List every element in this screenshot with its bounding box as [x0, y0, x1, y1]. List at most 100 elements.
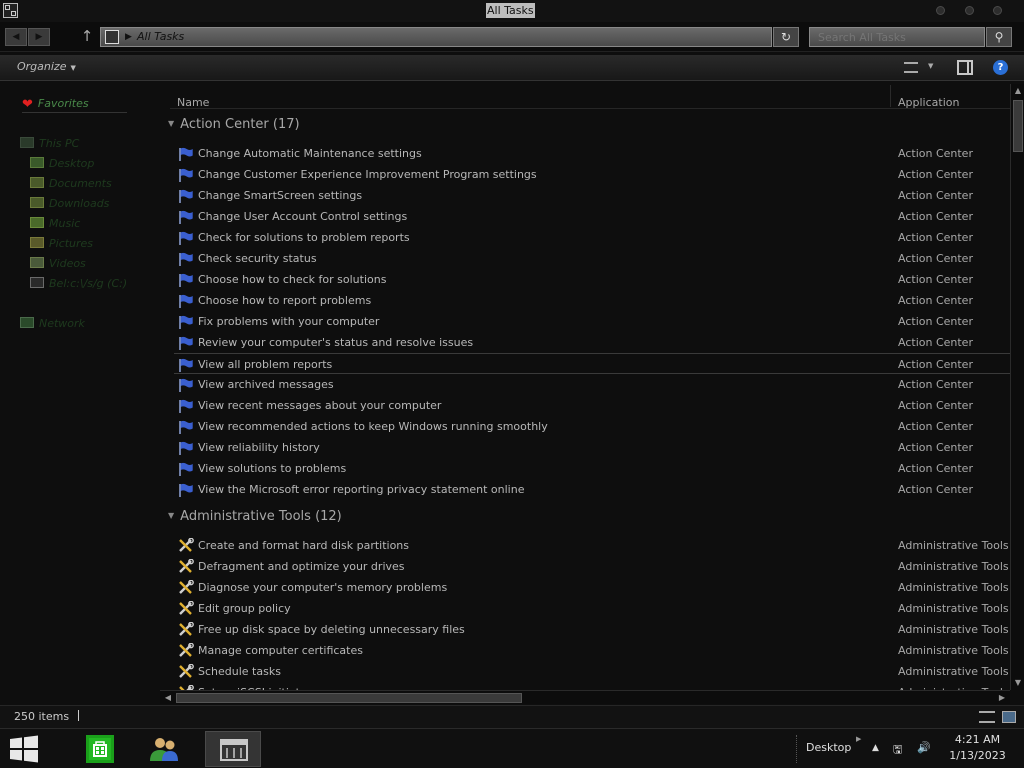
show-hidden-icons-chevron-icon[interactable]: ▲: [872, 743, 879, 753]
tools-icon: [179, 580, 194, 594]
list-item[interactable]: Choose how to report problems Action Cent…: [174, 290, 1010, 311]
list-item[interactable]: Change Automatic Maintenance settings Act…: [174, 143, 1010, 164]
help-icon[interactable]: ?: [993, 60, 1008, 75]
list-item[interactable]: Set up iSCSI initiator Administrative Too…: [174, 682, 1010, 690]
list-item[interactable]: View all problem reports Action Center: [174, 353, 1010, 374]
list-item[interactable]: Schedule tasks Administrative Tools: [174, 661, 1010, 682]
list-item[interactable]: View recommended actions to keep Windows…: [174, 416, 1010, 437]
nav-downloads-label: Downloads: [49, 197, 110, 210]
horizontal-scrollbar[interactable]: ◀ ▶: [160, 690, 1010, 704]
scroll-left-icon[interactable]: ◀: [162, 692, 174, 704]
nav-pictures[interactable]: Pictures: [30, 237, 93, 250]
task-application: Action Center: [898, 441, 973, 454]
change-view-icon[interactable]: [904, 62, 918, 73]
computer-icon: [20, 137, 34, 148]
list-item[interactable]: View archived messages Action Center: [174, 374, 1010, 395]
downloads-icon: [30, 197, 44, 208]
minimize-button[interactable]: [936, 6, 945, 15]
list-item[interactable]: Review your computer's status and resolv…: [174, 332, 1010, 353]
back-button[interactable]: ◀: [5, 28, 27, 46]
list-item[interactable]: Change Customer Experience Improvement P…: [174, 164, 1010, 185]
nav-drive-c[interactable]: Bel:c:\/s/g (C:): [30, 277, 127, 290]
close-button[interactable]: [993, 6, 1002, 15]
list-item[interactable]: Diagnose your computer's memory problems…: [174, 577, 1010, 598]
nav-desktop[interactable]: Desktop: [30, 157, 94, 170]
list-item[interactable]: Defragment and optimize your drives Admin…: [174, 556, 1010, 577]
tools-icon: [179, 559, 194, 573]
nav-favorites[interactable]: ❤ Favorites: [22, 97, 127, 113]
list-item[interactable]: Change User Account Control settings Acti…: [174, 206, 1010, 227]
pictures-icon: [30, 237, 44, 248]
task-application: Action Center: [898, 483, 973, 496]
nav-pictures-label: Pictures: [49, 237, 94, 250]
details-view-icon[interactable]: [979, 711, 995, 723]
task-name: Schedule tasks: [198, 665, 281, 678]
clock[interactable]: 4:21 AM 1/13/2023: [945, 732, 1010, 764]
preview-pane-icon[interactable]: [957, 60, 973, 75]
task-application: Administrative Tools: [898, 623, 1009, 636]
nav-desktop-label: Desktop: [49, 157, 95, 170]
address-bar[interactable]: ▶ All Tasks: [100, 27, 772, 47]
up-arrow-icon[interactable]: ↑: [78, 26, 96, 46]
list-item[interactable]: Fix problems with your computer Action Ce…: [174, 311, 1010, 332]
scroll-up-icon[interactable]: ▲: [1012, 85, 1024, 97]
forward-button[interactable]: ▶: [28, 28, 50, 46]
window-system-icon[interactable]: [3, 3, 18, 18]
taskbar-users-button[interactable]: [136, 731, 192, 767]
flag-icon: [179, 147, 193, 161]
nav-this-pc[interactable]: This PC: [20, 137, 79, 150]
list-item[interactable]: Edit group policy Administrative Tools: [174, 598, 1010, 619]
list-item[interactable]: Check security status Action Center: [174, 248, 1010, 269]
organize-label: Organize: [17, 60, 67, 73]
nav-downloads[interactable]: Downloads: [30, 197, 109, 210]
column-divider[interactable]: [890, 85, 891, 107]
vertical-scrollbar[interactable]: ▲ ▼: [1010, 84, 1024, 690]
refresh-icon[interactable]: ↻: [773, 27, 799, 47]
list-item[interactable]: View solutions to problems Action Center: [174, 458, 1010, 479]
network-tray-icon[interactable]: 🖫: [893, 741, 902, 760]
task-name: Choose how to report problems: [198, 294, 372, 307]
nav-network[interactable]: Network: [20, 317, 85, 330]
list-item[interactable]: Check for solutions to problem reports Ac…: [174, 227, 1010, 248]
taskbar: Desktop ▶ ▲ 🖫 🔊 4:21 AM 1/13/2023: [0, 728, 1024, 768]
command-bar: Organize ▼ ▼ ?: [0, 55, 1024, 81]
taskbar-store-button[interactable]: [72, 731, 128, 767]
scroll-right-icon[interactable]: ▶: [996, 692, 1008, 704]
taskbar-explorer-button[interactable]: [205, 731, 261, 767]
list-item[interactable]: View the Microsoft error reporting priva…: [174, 479, 1010, 500]
chevron-down-icon: ▼: [70, 64, 76, 72]
maximize-button[interactable]: [965, 6, 974, 15]
flag-icon: [179, 378, 193, 392]
list-item[interactable]: Change SmartScreen settings Action Center: [174, 185, 1010, 206]
list-item[interactable]: Manage computer certificates Administrati…: [174, 640, 1010, 661]
organize-button[interactable]: Organize ▼: [17, 60, 76, 73]
desktop-toolbar-label[interactable]: Desktop: [806, 741, 851, 754]
group-header[interactable]: ▼ Action Center (17): [168, 117, 300, 132]
file-explorer-icon: [220, 739, 248, 761]
nav-this-pc-label: This PC: [39, 137, 80, 150]
list-item[interactable]: View reliability history Action Center: [174, 437, 1010, 458]
list-item[interactable]: Create and format hard disk partitions Ad…: [174, 535, 1010, 556]
desktop-toolbar-chevron-icon[interactable]: ▶: [856, 735, 861, 743]
nav-videos[interactable]: Videos: [30, 257, 86, 270]
view-options-chevron-icon[interactable]: ▼: [928, 62, 933, 70]
list-item[interactable]: Choose how to check for solutions Action …: [174, 269, 1010, 290]
list-item[interactable]: View recent messages about your computer…: [174, 395, 1010, 416]
windows-start-icon[interactable]: [8, 735, 40, 763]
large-icons-view-icon[interactable]: [1002, 711, 1016, 723]
list-item[interactable]: Free up disk space by deleting unnecessa…: [174, 619, 1010, 640]
search-icon[interactable]: ⚲: [986, 27, 1012, 47]
task-application: Action Center: [898, 189, 973, 202]
breadcrumb[interactable]: All Tasks: [137, 28, 184, 46]
group-header[interactable]: ▼ Administrative Tools (12): [168, 509, 342, 524]
breadcrumb-chevron-icon[interactable]: ▶: [125, 29, 132, 45]
scroll-down-icon[interactable]: ▼: [1012, 677, 1024, 689]
search-input[interactable]: [809, 27, 985, 47]
task-name: View recommended actions to keep Windows…: [198, 420, 548, 433]
nav-documents[interactable]: Documents: [30, 177, 112, 190]
task-application: Administrative Tools: [898, 560, 1009, 573]
vertical-scroll-thumb[interactable]: [1013, 100, 1023, 152]
nav-music[interactable]: Music: [30, 217, 80, 230]
volume-icon[interactable]: 🔊: [917, 741, 931, 754]
horizontal-scroll-thumb[interactable]: [176, 693, 522, 703]
